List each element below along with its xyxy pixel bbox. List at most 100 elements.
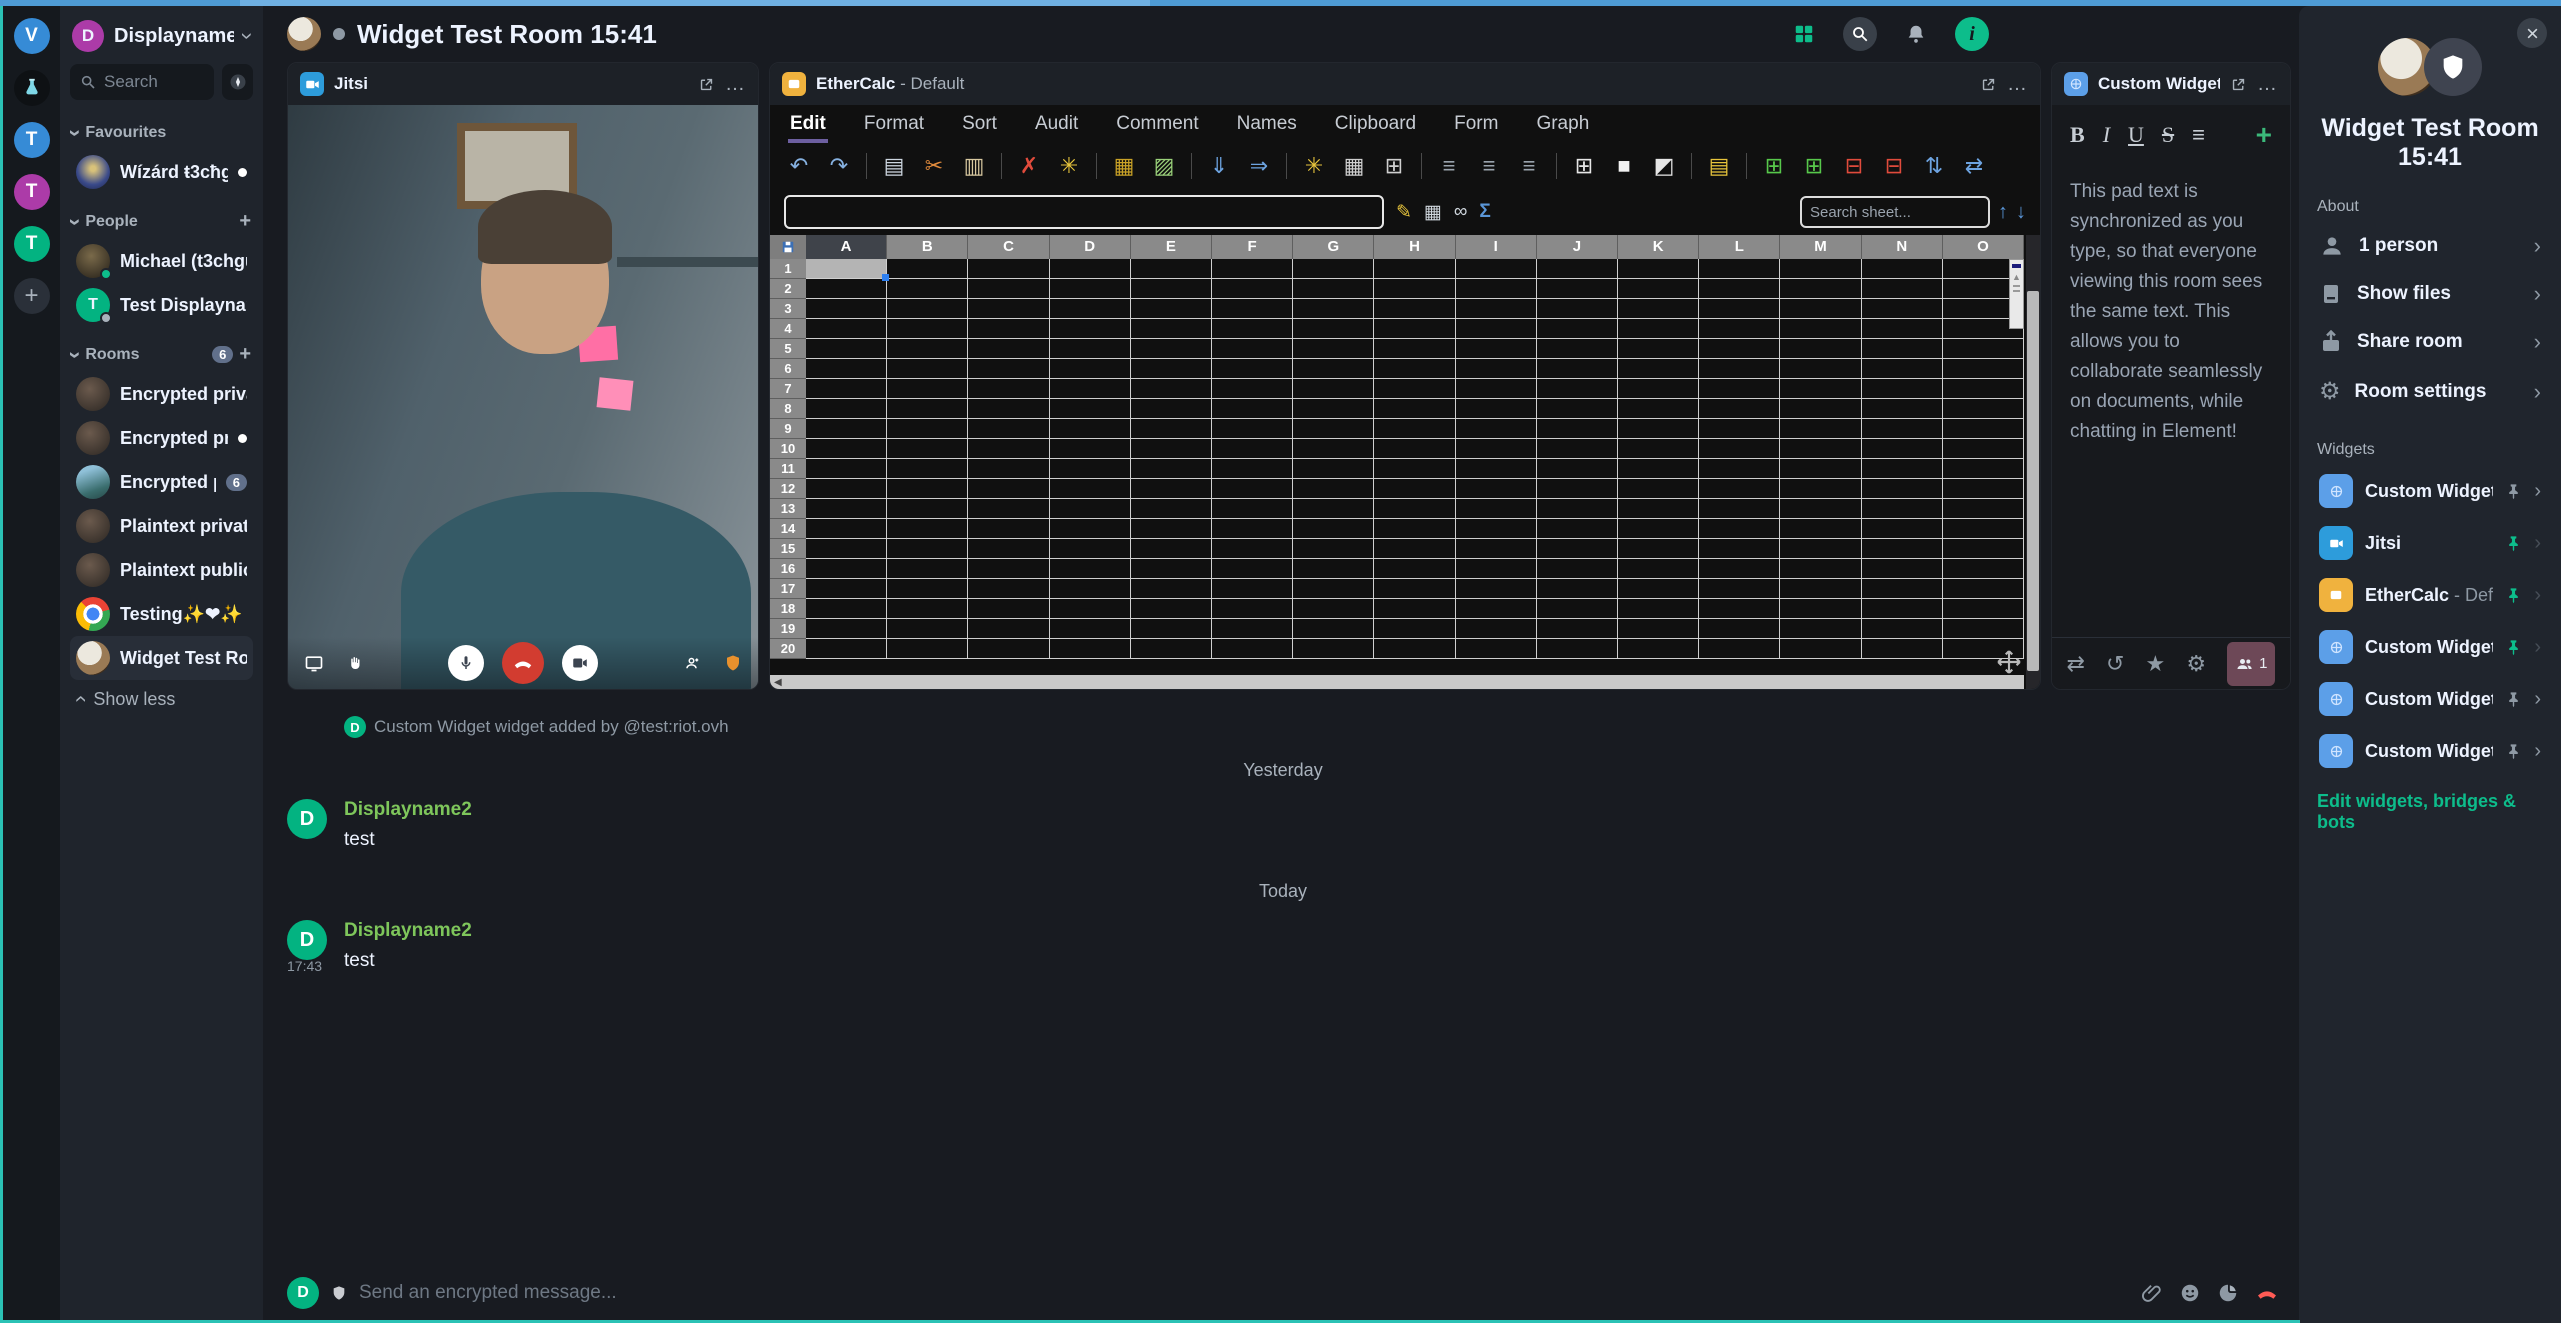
chevron-right-icon[interactable]: › (2534, 636, 2541, 659)
sum-icon[interactable]: Σ (1479, 201, 1490, 223)
cell-M16[interactable] (1780, 559, 1861, 579)
cell-C18[interactable] (968, 599, 1049, 619)
cell-K12[interactable] (1618, 479, 1699, 499)
popout-icon[interactable] (698, 76, 715, 93)
cell-B5[interactable] (887, 339, 968, 359)
cell-L2[interactable] (1699, 279, 1780, 299)
row-header-20[interactable]: 20 (770, 639, 806, 659)
cell-J18[interactable] (1537, 599, 1618, 619)
avatar[interactable]: D (287, 799, 327, 839)
cell-G3[interactable] (1293, 299, 1374, 319)
cell-E20[interactable] (1131, 639, 1212, 659)
cell-O11[interactable] (1943, 459, 2024, 479)
cell-N17[interactable] (1862, 579, 1943, 599)
camera-button[interactable] (562, 645, 598, 681)
cell-B7[interactable] (887, 379, 968, 399)
column-header-M[interactable]: M (1780, 235, 1861, 259)
cell-C1[interactable] (968, 259, 1049, 279)
row-header-6[interactable]: 6 (770, 359, 806, 379)
cell-N2[interactable] (1862, 279, 1943, 299)
row-header-16[interactable]: 16 (770, 559, 806, 579)
cell-H11[interactable] (1374, 459, 1455, 479)
chevron-right-icon[interactable]: › (2534, 532, 2541, 555)
scroll-left-icon[interactable]: ◀ (770, 677, 786, 688)
shift-down-icon[interactable]: ⇓ (1206, 155, 1232, 177)
cell-N7[interactable] (1862, 379, 1943, 399)
cell-K9[interactable] (1618, 419, 1699, 439)
cell-M13[interactable] (1780, 499, 1861, 519)
widget-menu-icon[interactable]: … (2007, 73, 2028, 96)
cell-H16[interactable] (1374, 559, 1455, 579)
cell-A12[interactable] (806, 479, 887, 499)
cell-F17[interactable] (1212, 579, 1293, 599)
cell-J10[interactable] (1537, 439, 1618, 459)
undo-icon[interactable]: ↶ (786, 155, 812, 177)
show-less-button[interactable]: › Show less (70, 680, 253, 718)
cell-O7[interactable] (1943, 379, 2024, 399)
cell-A5[interactable] (806, 339, 887, 359)
favourites-header[interactable]: › Favourites (70, 116, 253, 150)
cell-B15[interactable] (887, 539, 968, 559)
cell-M18[interactable] (1780, 599, 1861, 619)
people-item[interactable]: 1 person › (2317, 222, 2543, 270)
cell-J2[interactable] (1537, 279, 1618, 299)
cell-I8[interactable] (1456, 399, 1537, 419)
pin-icon[interactable] (2505, 535, 2522, 552)
pin-icon[interactable] (2505, 743, 2522, 760)
cell-L10[interactable] (1699, 439, 1780, 459)
cell-B18[interactable] (887, 599, 968, 619)
underline-button[interactable]: U (2128, 122, 2144, 148)
cell-B3[interactable] (887, 299, 968, 319)
search-prev-icon[interactable]: ↑ (1998, 201, 2008, 224)
cell-N15[interactable] (1862, 539, 1943, 559)
room-row[interactable]: Encrypted priv... 6 (70, 460, 253, 504)
cell-K18[interactable] (1618, 599, 1699, 619)
cell-H8[interactable] (1374, 399, 1455, 419)
cell-E12[interactable] (1131, 479, 1212, 499)
custom-widget-header[interactable]: Custom Widget … (2052, 63, 2290, 105)
cell-F3[interactable] (1212, 299, 1293, 319)
cell-C19[interactable] (968, 619, 1049, 639)
italic-button[interactable]: I (2103, 122, 2110, 148)
chevron-right-icon[interactable]: › (2534, 584, 2541, 607)
cell-K16[interactable] (1618, 559, 1699, 579)
room-info-button[interactable]: i (1955, 17, 1989, 51)
cell-B6[interactable] (887, 359, 968, 379)
widget-row-custom-widget[interactable]: Custom Widget› (2317, 465, 2543, 517)
cell-D9[interactable] (1050, 419, 1131, 439)
cell-M2[interactable] (1780, 279, 1861, 299)
cell-H15[interactable] (1374, 539, 1455, 559)
row-header-8[interactable]: 8 (770, 399, 806, 419)
cell-J17[interactable] (1537, 579, 1618, 599)
cell-F16[interactable] (1212, 559, 1293, 579)
people-header[interactable]: › People + (70, 204, 253, 239)
cell-F9[interactable] (1212, 419, 1293, 439)
cell-K7[interactable] (1618, 379, 1699, 399)
row-header-17[interactable]: 17 (770, 579, 806, 599)
cell-D16[interactable] (1050, 559, 1131, 579)
cut-icon[interactable]: ✂ (921, 155, 947, 177)
cell-O14[interactable] (1943, 519, 2024, 539)
cell-A4[interactable] (806, 319, 887, 339)
cell-L12[interactable] (1699, 479, 1780, 499)
lock-cell-icon[interactable]: ▦ (1111, 155, 1137, 177)
column-header-K[interactable]: K (1618, 235, 1699, 259)
cell-H13[interactable] (1374, 499, 1455, 519)
cell-F12[interactable] (1212, 479, 1293, 499)
cell-J20[interactable] (1537, 639, 1618, 659)
cell-M17[interactable] (1780, 579, 1861, 599)
popout-icon[interactable] (2230, 76, 2247, 93)
cell-L13[interactable] (1699, 499, 1780, 519)
cell-O18[interactable] (1943, 599, 2024, 619)
collapse-cols-icon[interactable]: ⇄ (1961, 155, 1987, 177)
cell-L19[interactable] (1699, 619, 1780, 639)
cell-A7[interactable] (806, 379, 887, 399)
cell-O19[interactable] (1943, 619, 2024, 639)
insert-col-icon[interactable]: ⊞ (1801, 155, 1827, 177)
cell-E14[interactable] (1131, 519, 1212, 539)
row-header-14[interactable]: 14 (770, 519, 806, 539)
cell-B19[interactable] (887, 619, 968, 639)
cell-G20[interactable] (1293, 639, 1374, 659)
cell-G2[interactable] (1293, 279, 1374, 299)
cell-E4[interactable] (1131, 319, 1212, 339)
